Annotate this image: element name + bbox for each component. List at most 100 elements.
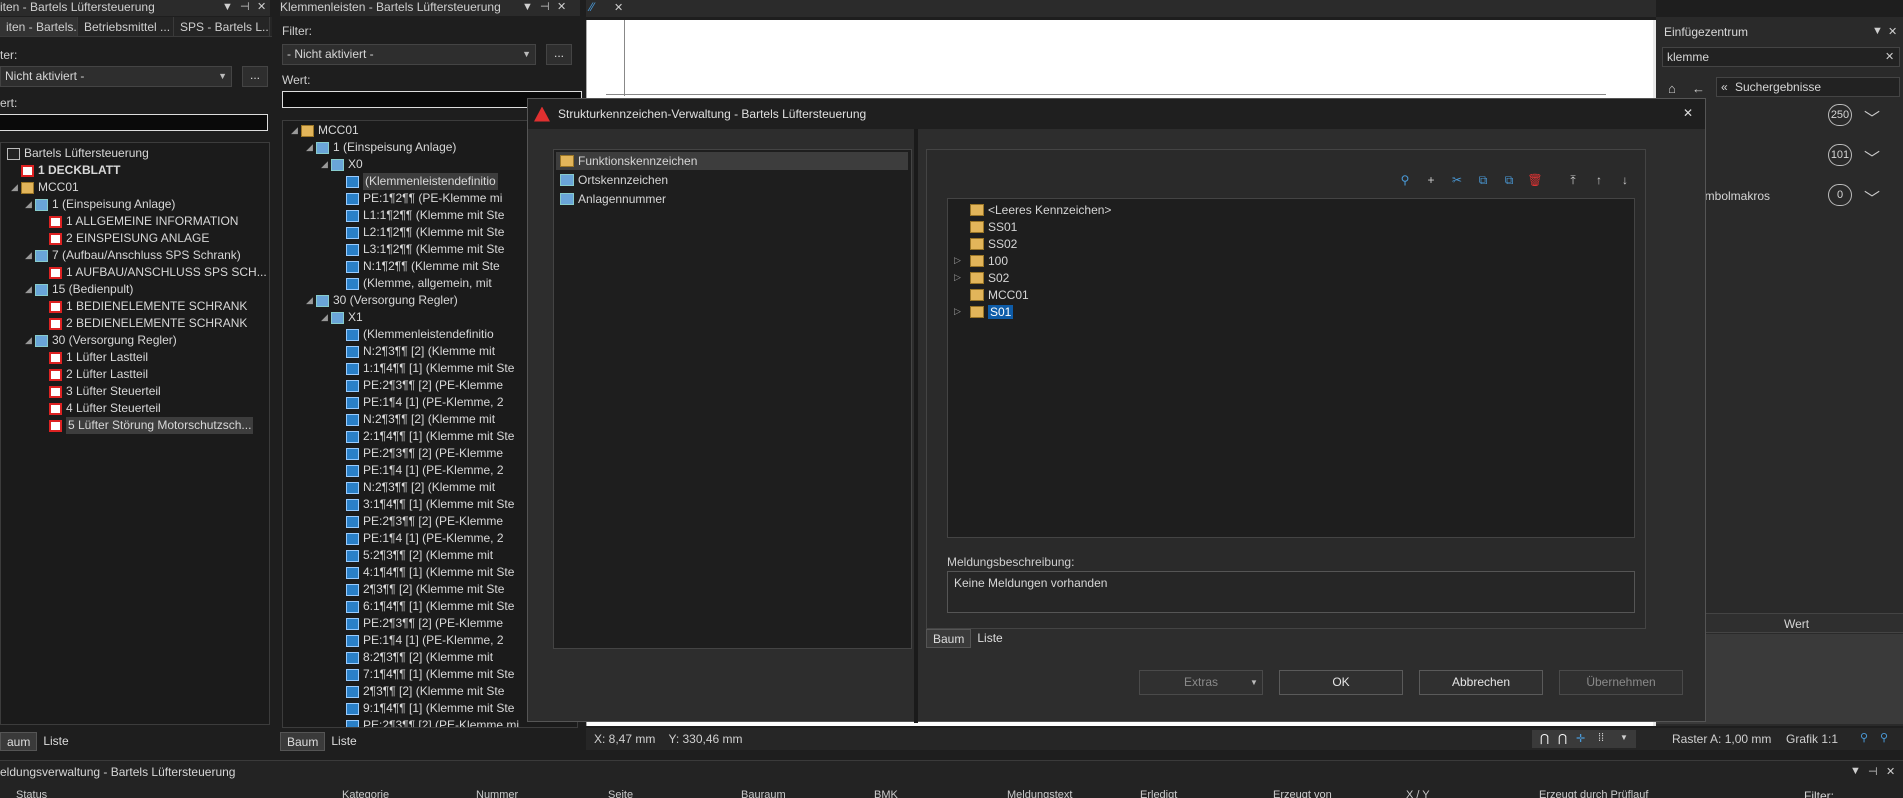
- terminal-tree-item[interactable]: 2¶3¶¶ [2] (Klemme mit Ste: [336, 581, 504, 598]
- message-column-header[interactable]: BMK: [874, 789, 898, 798]
- left-value-input[interactable]: [0, 114, 268, 131]
- terminal-tree-item[interactable]: PE:1¶4 [1] (PE-Klemme, 2: [336, 394, 504, 411]
- snap-icon[interactable]: ⋂: [1540, 732, 1549, 745]
- identifier-tree-item[interactable]: ▷ S01: [954, 303, 1014, 320]
- terminal-tree-item[interactable]: PE:1¶4 [1] (PE-Klemme, 2: [336, 632, 504, 649]
- expand-toggle-icon[interactable]: ◢: [25, 196, 35, 213]
- identifier-tree-item[interactable]: SS01: [954, 218, 1017, 235]
- identifier-type-item[interactable]: Funktionskennzeichen: [556, 152, 908, 170]
- page-tree-item[interactable]: 5 Lüfter Störung Motorschutzsch...: [39, 417, 254, 434]
- terminal-tree-item[interactable]: 3:1¶4¶¶ [1] (Klemme mit Ste: [336, 496, 514, 513]
- page-tree-item[interactable]: 1 DECKBLATT: [11, 162, 120, 179]
- tab-baum[interactable]: Baum: [280, 732, 326, 751]
- page-tree-item[interactable]: ◢ 1 (Einspeisung Anlage): [25, 196, 175, 213]
- expand-toggle-icon[interactable]: ▷: [954, 306, 970, 317]
- message-column-header[interactable]: Kategorie: [342, 789, 389, 798]
- expand-toggle-icon[interactable]: ◢: [11, 179, 21, 196]
- search-icon[interactable]: ⚲: [1393, 170, 1417, 190]
- message-column-header[interactable]: Erzeugt von: [1273, 789, 1332, 798]
- page-tree-item[interactable]: 1 ALLGEMEINE INFORMATION: [39, 213, 238, 230]
- pin-icon[interactable]: ⊣: [540, 0, 550, 14]
- page-tree-item[interactable]: 1 AUFBAU/ANSCHLUSS SPS SCH...: [39, 264, 267, 281]
- grid-icon[interactable]: ⁞⁞: [1598, 732, 1604, 744]
- close-icon[interactable]: ✕: [257, 0, 266, 14]
- expand-toggle-icon[interactable]: ◢: [291, 122, 301, 139]
- message-column-header[interactable]: Seite: [608, 789, 633, 798]
- page-tree-item[interactable]: 4 Lüfter Steuerteil: [39, 400, 161, 417]
- identifier-type-item[interactable]: Ortskennzeichen: [556, 171, 908, 189]
- message-column-header[interactable]: Nummer: [476, 789, 518, 798]
- close-icon[interactable]: ✕: [1683, 106, 1693, 120]
- snap-object-icon[interactable]: ⋂: [1558, 732, 1567, 745]
- extras-button[interactable]: Extras ▼: [1139, 670, 1263, 695]
- identifier-tree[interactable]: <Leeres Kennzeichen> SS01 SS02 ▷ 100 ▷ S02 MCC0…: [947, 198, 1635, 538]
- move-top-icon[interactable]: ⤒: [1561, 170, 1585, 190]
- terminal-tree-item[interactable]: ◢ 30 (Versorgung Regler): [306, 292, 458, 309]
- tab-liste[interactable]: Liste: [325, 732, 362, 751]
- page-tree-item[interactable]: ◢ 7 (Aufbau/Anschluss SPS Schrank): [25, 247, 241, 264]
- expand-toggle-icon[interactable]: ◢: [321, 156, 331, 173]
- cancel-button[interactable]: Abbrechen: [1419, 670, 1543, 695]
- expand-toggle-icon[interactable]: ▷: [954, 272, 970, 283]
- identifier-type-list[interactable]: Funktionskennzeichen Ortskennzeichen Anlag…: [553, 149, 912, 649]
- terminal-tree-item[interactable]: ◢ X1: [321, 309, 363, 326]
- terminal-tree-item[interactable]: 9:1¶4¶¶ [1] (Klemme mit Ste: [336, 700, 514, 717]
- close-icon[interactable]: ✕: [1888, 25, 1897, 38]
- terminal-tree-item[interactable]: L1:1¶2¶¶ (Klemme mit Ste: [336, 207, 504, 224]
- chevron-down-icon[interactable]: ▼: [1620, 733, 1628, 742]
- identifier-tree-item[interactable]: ▷ 100: [954, 252, 1008, 269]
- page-tree-item[interactable]: Bartels Lüftersteuerung: [1, 145, 149, 162]
- page-tree-item[interactable]: 1 Lüfter Lastteil: [39, 349, 148, 366]
- terminal-tree-item[interactable]: N:2¶3¶¶ [2] (Klemme mit: [336, 479, 495, 496]
- expand-toggle-icon[interactable]: ◢: [25, 332, 35, 349]
- move-down-icon[interactable]: ↓: [1613, 170, 1637, 190]
- pin-icon[interactable]: ⊣: [1868, 765, 1878, 778]
- add-icon[interactable]: +: [1419, 170, 1443, 190]
- page-tree-item[interactable]: ◢ 15 (Bedienpult): [25, 281, 133, 298]
- terminal-tree-item[interactable]: PE:2¶3¶¶ [2] (PE-Klemme: [336, 513, 503, 530]
- mid-filter-select[interactable]: - Nicht aktiviert - ▼: [282, 44, 536, 65]
- message-column-header[interactable]: X / Y: [1406, 789, 1430, 798]
- clear-icon[interactable]: ✕: [1885, 50, 1894, 63]
- expand-toggle-icon[interactable]: ◢: [306, 139, 316, 156]
- identifier-tree-item[interactable]: MCC01: [954, 286, 1029, 303]
- crosshair-icon[interactable]: ✛: [1576, 732, 1585, 745]
- terminal-tree-item[interactable]: 6:1¶4¶¶ [1] (Klemme mit Ste: [336, 598, 514, 615]
- message-column-header[interactable]: Erzeugt durch Prüflauf: [1539, 789, 1648, 798]
- terminal-tree-item[interactable]: (Klemme, allgemein, mit: [336, 275, 492, 292]
- tab-liste[interactable]: Liste: [971, 629, 1008, 648]
- chevron-down-icon[interactable]: ﹀: [1864, 105, 1880, 129]
- chevron-down-icon[interactable]: ﹀: [1864, 185, 1880, 209]
- page-tree-item[interactable]: 2 BEDIENELEMENTE SCHRANK: [39, 315, 247, 332]
- tab-baum[interactable]: aum: [0, 732, 38, 751]
- terminal-tree-item[interactable]: 2¶3¶¶ [2] (Klemme mit Ste: [336, 683, 504, 700]
- chevron-down-icon[interactable]: ▼: [522, 0, 533, 14]
- identifier-tree-item[interactable]: <Leeres Kennzeichen>: [954, 201, 1111, 218]
- expand-toggle-icon[interactable]: ◢: [321, 309, 331, 326]
- tab-seiten[interactable]: iten - Bartels...: [0, 17, 78, 36]
- terminal-tree-item[interactable]: L3:1¶2¶¶ (Klemme mit Ste: [336, 241, 504, 258]
- zoom-fit-icon[interactable]: ⚲: [1880, 731, 1888, 744]
- terminal-tree-item[interactable]: PE:2¶3¶¶ [2] (PE-Klemme: [336, 615, 503, 632]
- chevron-down-icon[interactable]: ▼: [222, 0, 233, 14]
- zoom-icon[interactable]: ⚲: [1860, 731, 1868, 744]
- message-column-header[interactable]: Erledigt: [1140, 789, 1177, 798]
- terminal-tree-item[interactable]: ◢ X0: [321, 156, 363, 173]
- terminal-tree-item[interactable]: 7:1¶4¶¶ [1] (Klemme mit Ste: [336, 666, 514, 683]
- copy-icon[interactable]: ⧉: [1471, 170, 1495, 190]
- terminal-tree-item[interactable]: (Klemmenleistendefinitio: [336, 173, 498, 190]
- expand-toggle-icon[interactable]: ◢: [25, 281, 35, 298]
- home-icon[interactable]: ⌂: [1668, 81, 1676, 96]
- move-up-icon[interactable]: ↑: [1587, 170, 1611, 190]
- expand-toggle-icon[interactable]: ◢: [306, 292, 316, 309]
- back-arrow-icon[interactable]: ←: [1692, 81, 1705, 96]
- terminal-tree-item[interactable]: N:2¶3¶¶ [2] (Klemme mit: [336, 343, 495, 360]
- terminal-tree-item[interactable]: 8:2¶3¶¶ [2] (Klemme mit: [336, 649, 493, 666]
- cut-icon[interactable]: ✂: [1445, 170, 1469, 190]
- terminal-tree-item[interactable]: N:1¶2¶¶ (Klemme mit Ste: [336, 258, 500, 275]
- left-filter-more-button[interactable]: ...: [242, 66, 268, 87]
- apply-button[interactable]: Übernehmen: [1559, 670, 1683, 695]
- terminal-tree-item[interactable]: PE:1¶4 [1] (PE-Klemme, 2: [336, 462, 504, 479]
- identifier-type-item[interactable]: Anlagennummer: [556, 190, 908, 208]
- terminal-tree-item[interactable]: PE:2¶3¶¶ [2] (PE-Klemme: [336, 445, 503, 462]
